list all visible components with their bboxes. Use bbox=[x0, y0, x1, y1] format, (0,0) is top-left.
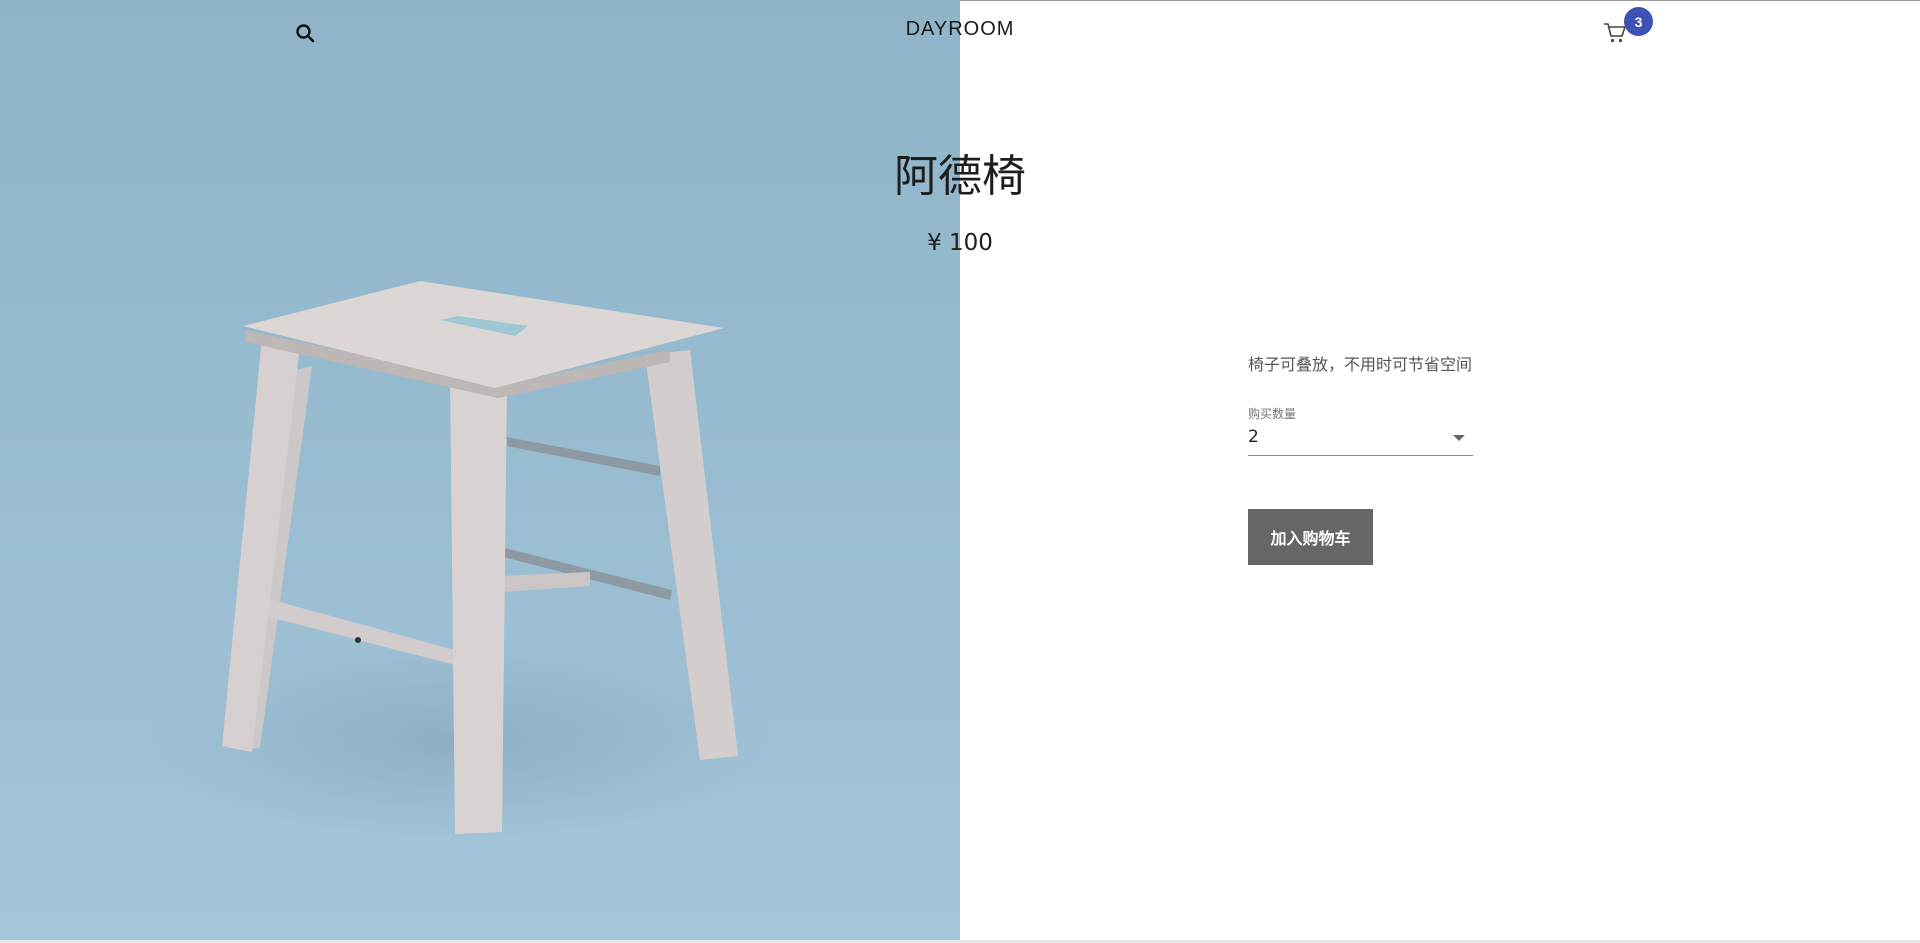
front-center-leg bbox=[450, 378, 507, 834]
search-icon bbox=[296, 24, 315, 43]
site-header: DAYROOM 3 bbox=[0, 0, 1920, 64]
add-to-cart-button[interactable]: 加入购物车 bbox=[1248, 509, 1373, 565]
quantity-select[interactable]: 2 bbox=[1248, 425, 1473, 456]
quantity-value: 2 bbox=[1248, 427, 1259, 447]
cart-icon bbox=[1604, 23, 1626, 43]
search-button[interactable] bbox=[290, 18, 320, 48]
dropdown-arrow-icon bbox=[1453, 435, 1465, 441]
quantity-label: 购买数量 bbox=[1248, 407, 1297, 421]
product-description: 椅子可叠放，不用时可节省空间 bbox=[1248, 355, 1473, 374]
stretcher-top bbox=[507, 437, 660, 476]
cart-count-badge: 3 bbox=[1624, 7, 1653, 36]
stretcher-front bbox=[262, 598, 455, 665]
screw bbox=[355, 637, 361, 643]
front-right-leg bbox=[645, 350, 738, 760]
site-logo[interactable]: DAYROOM bbox=[880, 18, 1040, 41]
product-page: DAYROOM 3 阿德椅 ¥ 100 椅子可叠放，不用时可节省空间 购买数量 … bbox=[0, 0, 1920, 943]
product-price: ¥ 100 bbox=[927, 230, 993, 256]
product-title: 阿德椅 bbox=[894, 151, 1026, 202]
